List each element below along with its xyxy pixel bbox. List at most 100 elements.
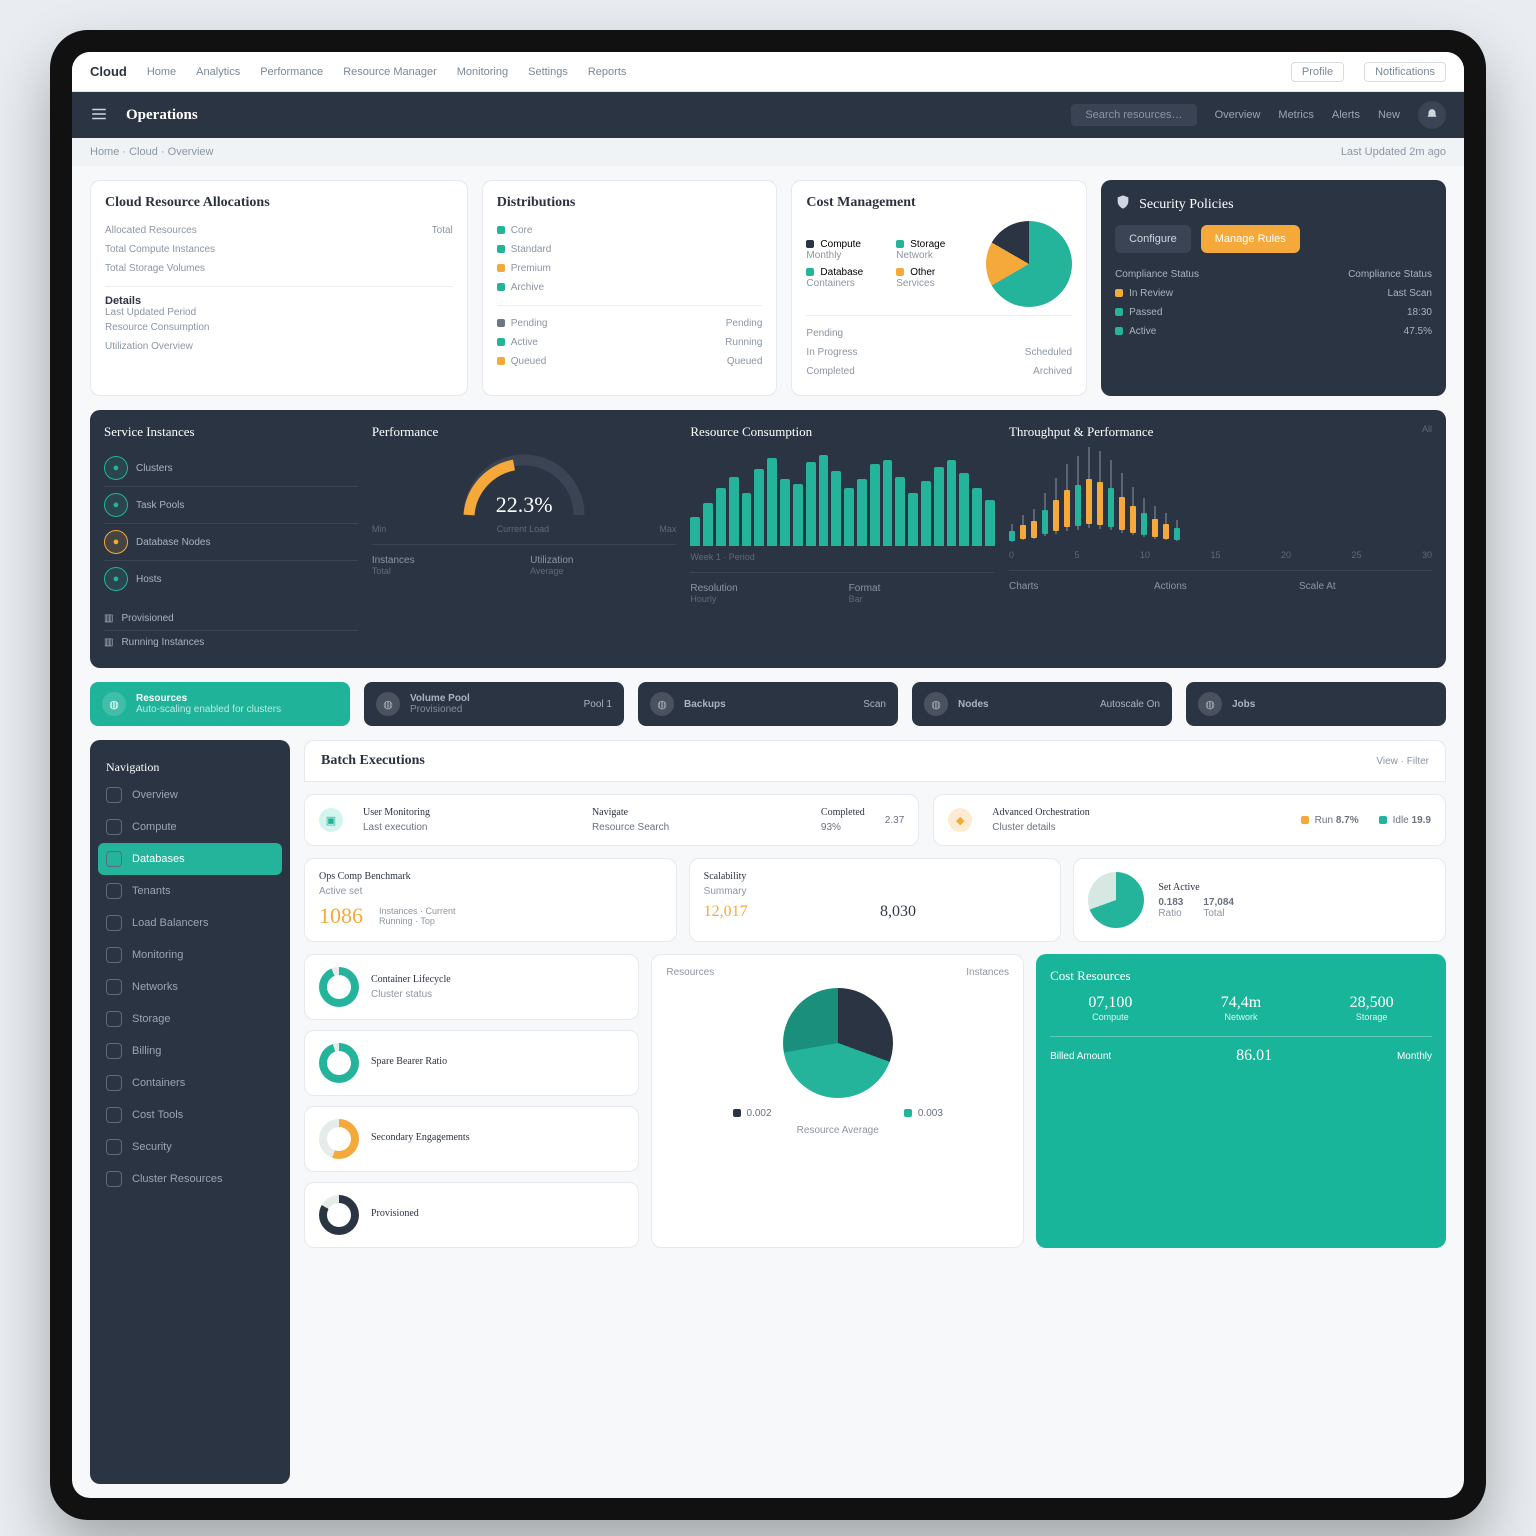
batches-title: Batch Executions xyxy=(321,753,425,769)
dark-panel: Service Instances ●Clusters●Task Pools●D… xyxy=(90,410,1446,668)
sidebar-item[interactable]: Overview xyxy=(90,779,290,811)
card-lifecycle: Container LifecycleCluster status xyxy=(304,954,639,1020)
sidebar-item[interactable]: Storage xyxy=(90,1003,290,1035)
batch-row-orchestration[interactable]: ◆ Advanced Orchestration Cluster details… xyxy=(933,794,1446,846)
strip-chip[interactable]: ◍Volume PoolProvisionedPool 1 xyxy=(364,682,624,726)
legend-item: StorageNetwork xyxy=(896,239,972,261)
notif-pill[interactable]: Notifications xyxy=(1364,62,1446,82)
bell-icon[interactable] xyxy=(1418,101,1446,129)
donut-icon xyxy=(319,1119,359,1159)
footer-cell: FormatBar xyxy=(849,583,995,604)
sidebar-item[interactable]: Monitoring xyxy=(90,939,290,971)
chip-icon: ◍ xyxy=(102,692,126,716)
batches-header: Batch Executions View · Filter xyxy=(304,740,1446,782)
sidebar-item[interactable]: Load Balancers xyxy=(90,907,290,939)
card-engagements: Secondary Engagements xyxy=(304,1106,639,1172)
nav-icon xyxy=(106,787,122,803)
sidebar-item[interactable]: Security xyxy=(90,1131,290,1163)
performance-gauge xyxy=(459,450,589,520)
instance-item[interactable]: ●Clusters xyxy=(104,450,358,487)
card-distributions-title: Distributions xyxy=(497,195,763,211)
nav-reports[interactable]: Reports xyxy=(588,66,627,78)
search-input[interactable]: Search resources… xyxy=(1071,104,1196,126)
sidenav-section: Navigation xyxy=(90,752,290,779)
strip-chip[interactable]: ◍ResourcesAuto-scaling enabled for clust… xyxy=(90,682,350,726)
sidebar-item[interactable]: Compute xyxy=(90,811,290,843)
file-icon: ▥ xyxy=(104,637,113,648)
nav-performance[interactable]: Performance xyxy=(260,66,323,78)
instance-item[interactable]: ●Database Nodes xyxy=(104,524,358,561)
instance-item[interactable]: ●Task Pools xyxy=(104,487,358,524)
nav-icon xyxy=(106,1043,122,1059)
sidebar-item[interactable]: Networks xyxy=(90,971,290,1003)
dp-throughput: Throughput & PerformanceAll 051015202530… xyxy=(1009,424,1432,654)
throughput-chart xyxy=(1009,450,1432,546)
monitor-icon: ▣ xyxy=(319,808,343,832)
strip-chip[interactable]: ◍Jobs xyxy=(1186,682,1446,726)
browser-bar: Cloud Home Analytics Performance Resourc… xyxy=(72,52,1464,92)
list-item: PendingPending xyxy=(497,314,763,333)
nav-analytics[interactable]: Analytics xyxy=(196,66,240,78)
strip-chip[interactable]: ◍BackupsScan xyxy=(638,682,898,726)
nav-icon xyxy=(106,947,122,963)
breadcrumb-right: Last Updated 2m ago xyxy=(1341,146,1446,158)
side-nav: Navigation OverviewComputeDatabasesTenan… xyxy=(90,740,290,1484)
nav-icon xyxy=(106,1171,122,1187)
nav-icon xyxy=(106,1107,122,1123)
sidebar-item[interactable]: Billing xyxy=(90,1035,290,1067)
consumption-chart xyxy=(690,450,995,546)
footer-cell: ResolutionHourly xyxy=(690,583,836,604)
batches-filter[interactable]: Filter xyxy=(1407,756,1429,767)
list-item: Pending xyxy=(806,324,1072,343)
donut-icon xyxy=(319,1195,359,1235)
nav-icon xyxy=(106,851,122,867)
list-item: Standard xyxy=(497,240,763,259)
nav-icon xyxy=(106,819,122,835)
breadcrumb: Home · Cloud · Overview Last Updated 2m … xyxy=(72,138,1464,166)
nav-settings[interactable]: Settings xyxy=(528,66,568,78)
chip-icon: ◍ xyxy=(924,692,948,716)
nav-home[interactable]: Home xyxy=(147,66,176,78)
sidebar-item[interactable]: Databases xyxy=(98,843,282,875)
legend-item: DatabaseContainers xyxy=(806,267,882,289)
mini-pie-icon xyxy=(1088,872,1144,928)
header-tab-metrics[interactable]: Metrics xyxy=(1278,109,1313,121)
legend-item: OtherServices xyxy=(896,267,972,289)
card-cost-title: Cost Management xyxy=(806,195,1072,211)
nav-icon xyxy=(106,1011,122,1027)
chip-icon: ◍ xyxy=(376,692,400,716)
card-benchmark: Ops Comp Benchmark Active set 1086 Insta… xyxy=(304,858,677,942)
policy-row: Active47.5% xyxy=(1115,322,1432,341)
manage-rules-button[interactable]: Manage Rules xyxy=(1201,225,1300,253)
card-provisioned: Provisioned xyxy=(304,1182,639,1248)
sidebar-item[interactable]: Cost Tools xyxy=(90,1099,290,1131)
dp-instances: Service Instances ●Clusters●Task Pools●D… xyxy=(104,424,358,654)
list-item: QueuedQueued xyxy=(497,352,763,371)
sidebar-item[interactable]: Cluster Resources xyxy=(90,1163,290,1195)
nav-monitoring[interactable]: Monitoring xyxy=(457,66,508,78)
instance-footer: ▥Running Instances xyxy=(104,631,358,654)
strip-chip[interactable]: ◍NodesAutoscale On xyxy=(912,682,1172,726)
card-allocations: Cloud Resource Allocations Allocated Res… xyxy=(90,180,468,396)
orchestration-icon: ◆ xyxy=(948,808,972,832)
header-tab-alerts[interactable]: Alerts xyxy=(1332,109,1360,121)
legend-item: ComputeMonthly xyxy=(806,239,882,261)
page-title: Operations xyxy=(126,107,198,124)
batch-row-monitoring[interactable]: ▣ User Monitoring Last execution Navigat… xyxy=(304,794,919,846)
menu-icon[interactable] xyxy=(90,105,108,126)
dp-performance: Performance 22.3% MinCurrent LoadMax Ins… xyxy=(372,424,677,654)
configure-button[interactable]: Configure xyxy=(1115,225,1191,253)
nav-resource[interactable]: Resource Manager xyxy=(343,66,437,78)
instance-footer: ▥Provisioned xyxy=(104,607,358,631)
ratios-pie xyxy=(783,988,893,1098)
card-policies: Security Policies Configure Manage Rules… xyxy=(1101,180,1446,396)
header-tab-overview[interactable]: Overview xyxy=(1215,109,1261,121)
nav-icon xyxy=(106,883,122,899)
instance-item[interactable]: ●Hosts xyxy=(104,561,358,597)
batches-view[interactable]: View xyxy=(1376,756,1398,767)
sidebar-item[interactable]: Tenants xyxy=(90,875,290,907)
policy-row: Compliance StatusCompliance Status xyxy=(1115,265,1432,284)
sidebar-item[interactable]: Containers xyxy=(90,1067,290,1099)
nav-icon xyxy=(106,1075,122,1091)
profile-pill[interactable]: Profile xyxy=(1291,62,1344,82)
